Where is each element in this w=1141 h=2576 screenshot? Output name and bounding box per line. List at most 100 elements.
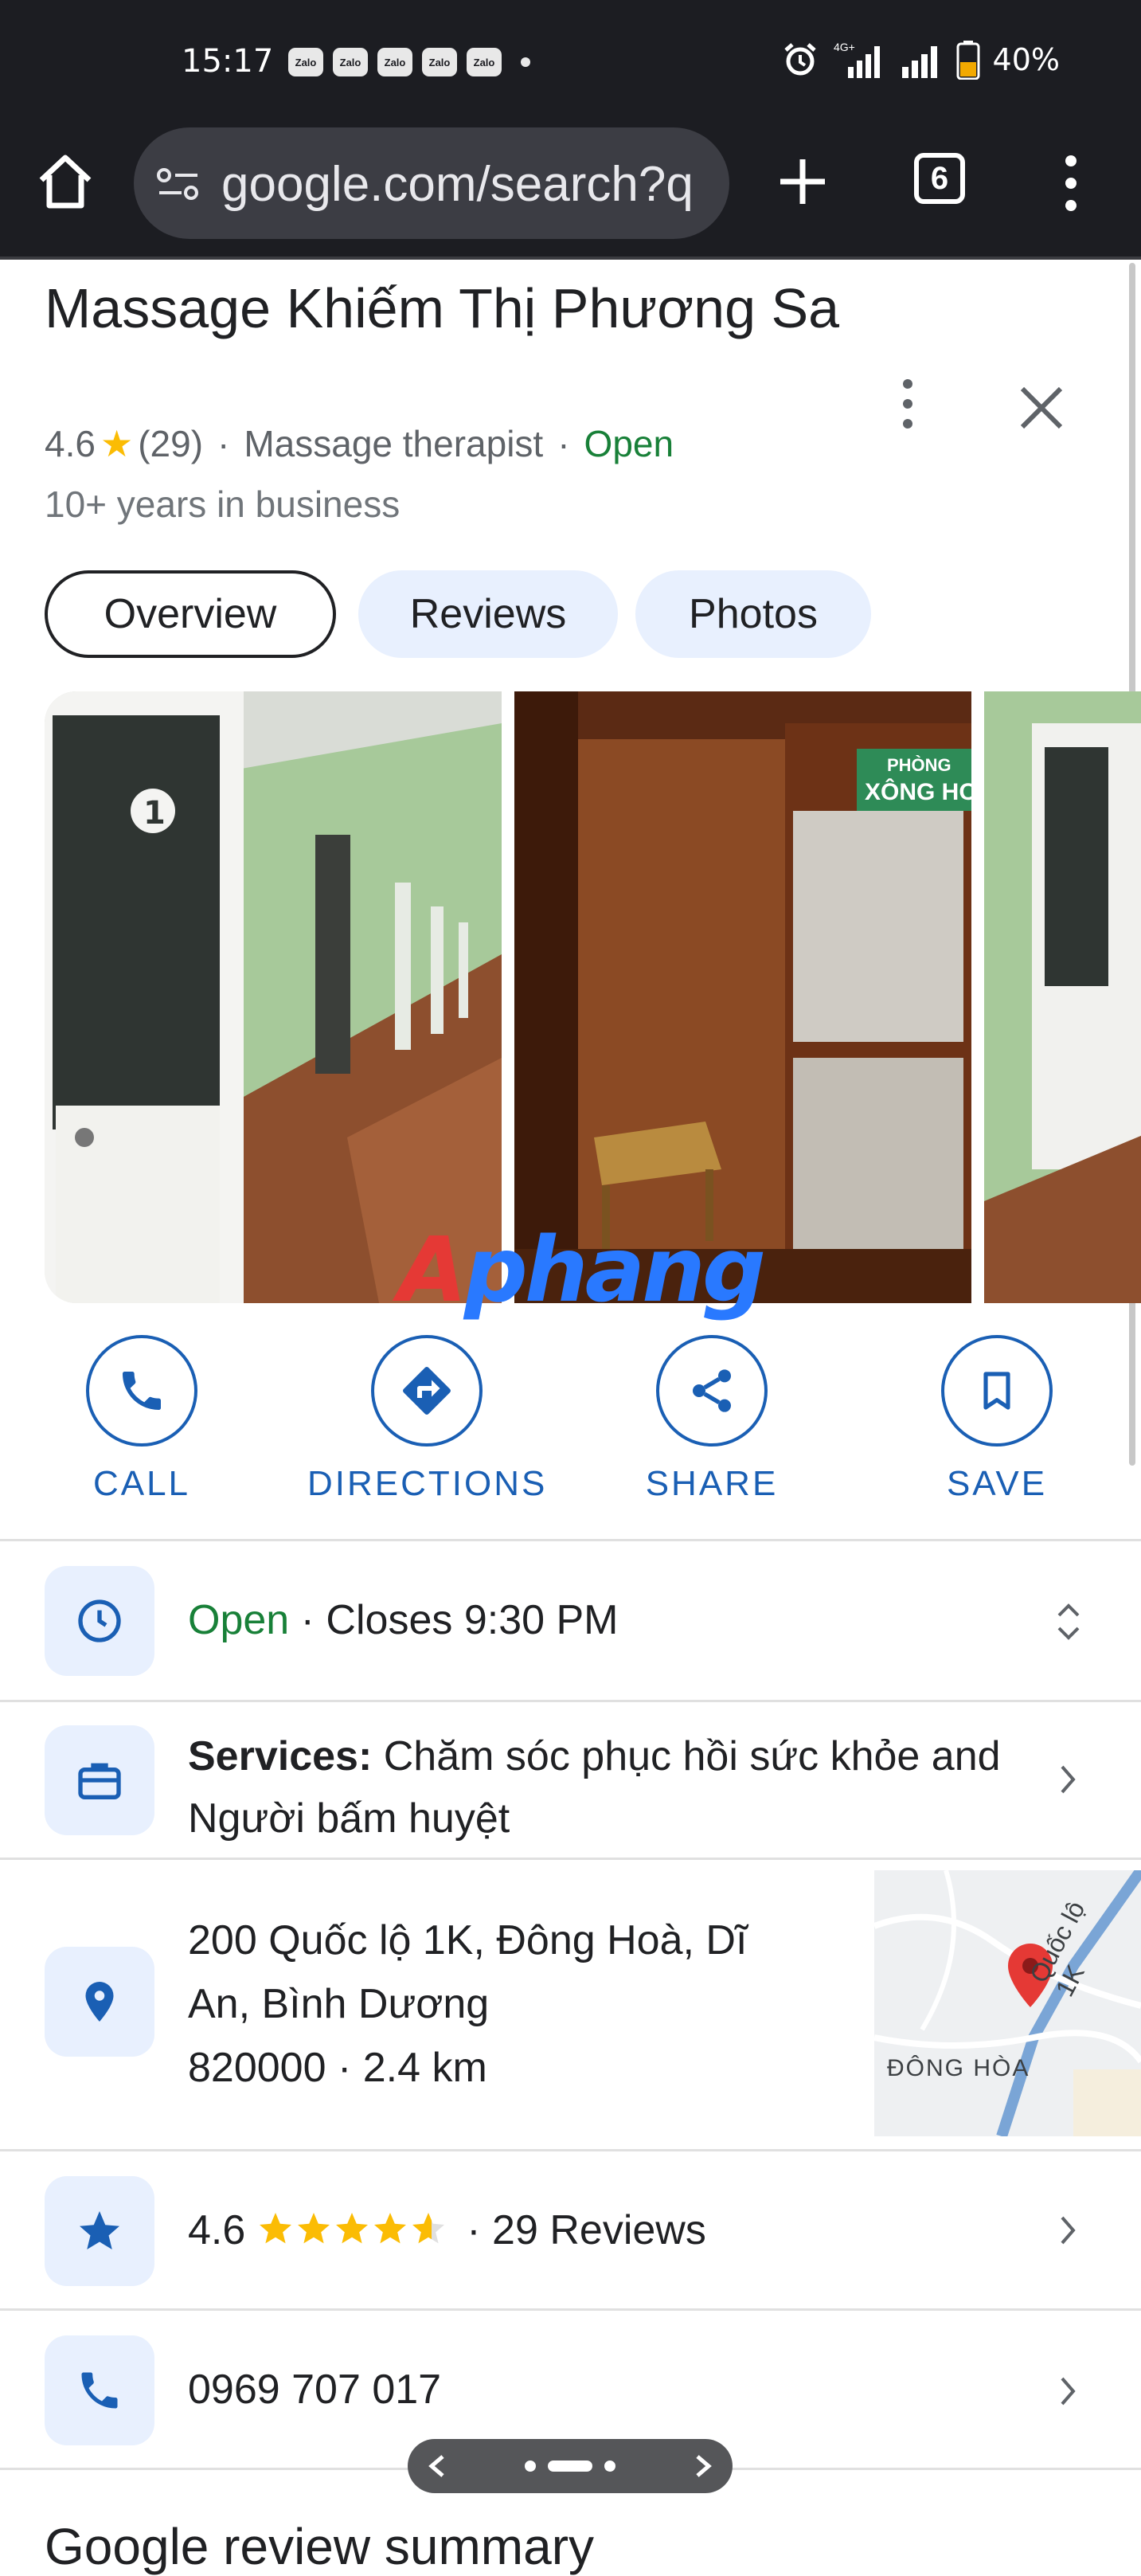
call-label: CALL: [92, 1464, 191, 1503]
tab-reviews[interactable]: Reviews: [358, 570, 618, 658]
phone-icon-box: [45, 2335, 154, 2445]
phone-number[interactable]: 0969 707 017: [188, 2366, 441, 2414]
call-action[interactable]: CALL: [22, 1335, 261, 1504]
directions-action[interactable]: DIRECTIONS: [307, 1335, 546, 1504]
address-icon-box: [45, 1947, 154, 2057]
hours-detail: · Closes 9:30 PM: [289, 1597, 619, 1643]
save-label: SAVE: [946, 1464, 1048, 1503]
expand-hours-icon[interactable]: [1053, 1598, 1084, 1646]
sign-text: XÔNG HƠI: [865, 778, 971, 805]
years-in-business: 10+ years in business: [45, 483, 401, 525]
notification-icons: Zalo Zalo Zalo Zalo Zalo: [288, 48, 530, 76]
location-pin-icon: [85, 1982, 114, 2022]
address-line3: 820000 · 2.4 km: [188, 2045, 487, 2091]
divider: [0, 1858, 1141, 1860]
new-tab-icon[interactable]: [771, 150, 834, 213]
sign-text: PHÒNG: [887, 755, 951, 775]
alarm-icon: [783, 43, 816, 76]
forward-chevron-icon: [696, 2455, 712, 2477]
home-icon[interactable]: [33, 150, 97, 213]
browser-toolbar: google.com/search?q 6: [0, 127, 1141, 260]
services-label: Services:: [188, 1733, 373, 1779]
zalo-notification-icon: Zalo: [288, 48, 323, 76]
chevron-right-icon[interactable]: [1053, 2367, 1084, 2415]
door-number: 1: [143, 795, 166, 832]
photo-door-2[interactable]: [984, 691, 1141, 1303]
hours-icon-box: [45, 1566, 154, 1676]
share-action[interactable]: SHARE: [592, 1335, 831, 1504]
phone-icon: [123, 1372, 161, 1410]
star-rating-icon: [260, 2213, 445, 2244]
share-label: SHARE: [645, 1464, 779, 1503]
phone-icon: [81, 2372, 118, 2409]
clock-icon: [78, 1599, 121, 1642]
tab-photos[interactable]: Photos: [635, 570, 871, 658]
directions-icon: [403, 1367, 451, 1415]
review-summary-heading: Google review summary: [45, 2518, 594, 2575]
divider: [0, 1539, 1141, 1541]
tab-switcher-button[interactable]: 6: [914, 153, 965, 204]
save-button[interactable]: [941, 1335, 1053, 1447]
chevron-right-icon[interactable]: [1053, 1756, 1084, 1803]
separator: ·: [557, 423, 570, 464]
place-title: Massage Khiếm Thị Phương Sa: [45, 277, 840, 339]
map-thumbnail[interactable]: Quốc lộ 1K ĐÔNG HÒA: [874, 1870, 1141, 2136]
watermark-logo: Aphang: [398, 1219, 766, 1322]
zalo-notification-icon: Zalo: [467, 48, 502, 76]
save-action[interactable]: SAVE: [877, 1335, 1116, 1504]
zalo-notification-icon: Zalo: [333, 48, 368, 76]
rating-icon-box: [45, 2176, 154, 2286]
signal-icon: [901, 46, 937, 78]
address-row[interactable]: 200 Quốc lộ 1K, Đông Hoà, Dĩ An, Bình Dư…: [188, 1909, 747, 2100]
battery-icon: [956, 41, 980, 80]
briefcase-icon: [78, 1763, 121, 1799]
divider: [0, 2149, 1141, 2151]
rating-value: 4.6: [188, 2207, 246, 2253]
zalo-notification-icon: Zalo: [377, 48, 412, 76]
services-icon-box: [45, 1725, 154, 1835]
status-time: 15:17: [182, 43, 274, 80]
tab-overview[interactable]: Overview: [45, 570, 336, 658]
directions-button[interactable]: [371, 1335, 483, 1447]
call-button[interactable]: [86, 1335, 197, 1447]
address-line1: 200 Quốc lộ 1K, Đông Hoà, Dĩ: [188, 1917, 748, 1963]
star-icon: ★: [100, 423, 134, 464]
services-row[interactable]: Services: Chăm sóc phục hồi sức khỏe and…: [188, 1725, 1016, 1842]
share-button[interactable]: [656, 1335, 768, 1447]
address-bar[interactable]: google.com/search?q: [134, 127, 729, 239]
hours-row[interactable]: Open · Closes 9:30 PM: [188, 1596, 618, 1644]
photo-hallway[interactable]: 1: [45, 691, 502, 1303]
url-text[interactable]: google.com/search?q: [221, 156, 715, 213]
rating-value: 4.6: [45, 423, 96, 464]
directions-label: DIRECTIONS: [307, 1464, 548, 1503]
photo-steam-room[interactable]: PHÒNG XÔNG HƠI: [514, 691, 971, 1303]
separator: ·: [217, 423, 230, 464]
more-notifications-dot: [521, 57, 530, 67]
battery-percent: 40%: [992, 42, 1060, 77]
reviews-row[interactable]: 4.6 · 29 Reviews: [188, 2206, 706, 2254]
gesture-nav-pill[interactable]: [408, 2439, 733, 2493]
place-meta: 4.6 ★ (29) · Massage therapist · Open: [45, 422, 674, 465]
status-bar: 15:17 Zalo Zalo Zalo Zalo Zalo 4G+ 40%: [0, 0, 1141, 127]
divider: [0, 2308, 1141, 2311]
network-type: 4G+: [834, 41, 855, 53]
browser-menu-icon[interactable]: [1059, 151, 1083, 215]
more-options-icon[interactable]: [892, 376, 924, 432]
site-settings-icon[interactable]: [156, 167, 201, 201]
share-icon: [693, 1369, 731, 1412]
bookmark-icon: [983, 1372, 1010, 1410]
close-icon[interactable]: [1010, 376, 1073, 440]
photo-carousel[interactable]: 1 PHÒNG XÔNG HƠI: [45, 691, 1141, 1303]
review-count[interactable]: (29): [138, 422, 203, 465]
status-indicators: 4G+ 40%: [781, 40, 1060, 80]
divider: [0, 1700, 1141, 1702]
star-icon: [80, 2211, 119, 2249]
chevron-right-icon[interactable]: [1053, 2206, 1084, 2254]
reviews-count-text: · 29 Reviews: [467, 2207, 706, 2253]
hours-status: Open: [188, 1597, 290, 1643]
zalo-notification-icon: Zalo: [422, 48, 457, 76]
signal-icon: 4G+: [834, 41, 880, 78]
address-line2: An, Bình Dương: [188, 1981, 490, 2027]
open-status: Open: [584, 423, 674, 464]
place-category: Massage therapist: [244, 423, 544, 464]
